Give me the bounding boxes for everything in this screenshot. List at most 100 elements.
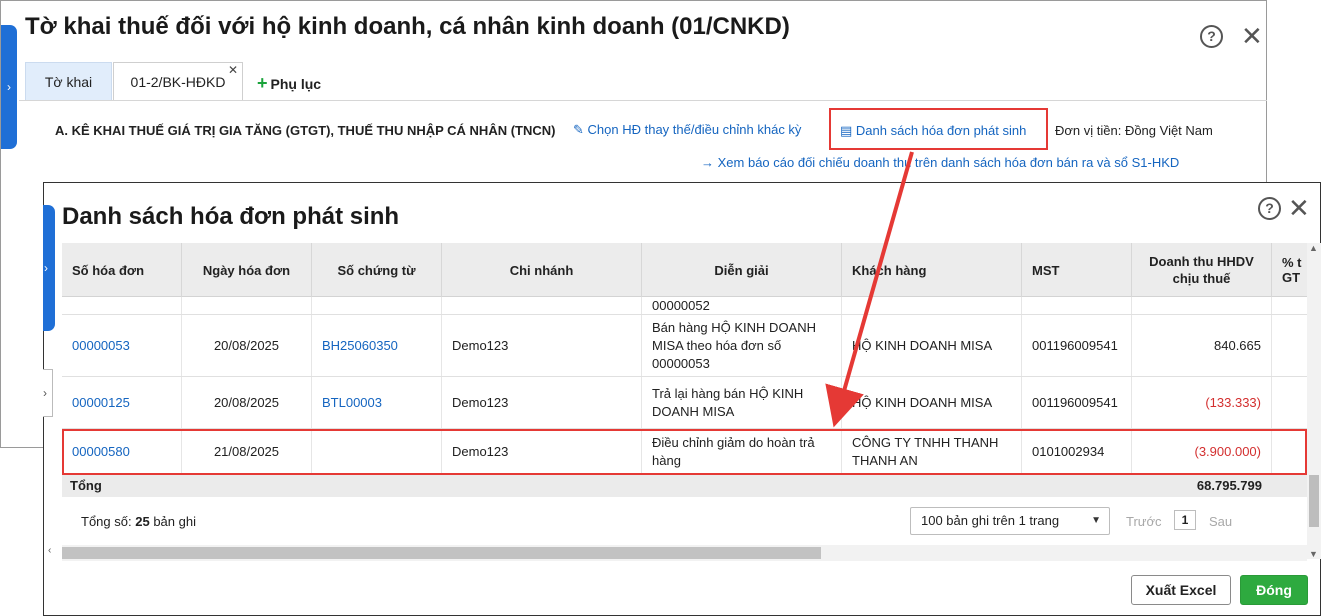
scroll-up-icon[interactable]: ▲ (1309, 243, 1318, 253)
prev-page-button[interactable]: Trước (1126, 514, 1162, 529)
record-count-value: 25 (135, 514, 150, 529)
next-page-button[interactable]: Sau (1209, 514, 1232, 529)
col-voucher-no[interactable]: Số chứng từ (312, 243, 442, 297)
plus-icon: + (257, 73, 268, 93)
currency-label: Đơn vị tiền: Đồng Việt Nam (1055, 123, 1213, 138)
col-invoice-date[interactable]: Ngày hóa đơn (182, 243, 312, 297)
chevron-right-icon: › (7, 80, 11, 94)
cell-percent (1272, 429, 1307, 474)
cell-invoice-no[interactable]: 00000580 (62, 429, 182, 474)
col-invoice-no[interactable]: Số hóa đơn (62, 243, 182, 297)
cell-tax-code: 001196009541 (1022, 377, 1132, 428)
scroll-thumb[interactable] (62, 547, 821, 559)
cell-invoice-date: 21/08/2025 (182, 429, 312, 474)
reconciliation-report-link[interactable]: → Xem báo cáo đối chiếu doanh thu trên d… (701, 155, 1179, 170)
cell-tax-code: 0101002934 (1022, 429, 1132, 474)
vertical-scrollbar[interactable]: ▲ ▼ (1307, 243, 1321, 559)
col-description[interactable]: Diễn giải (642, 243, 842, 297)
cell-revenue: (133.333) (1132, 377, 1272, 428)
cell-percent (1272, 297, 1307, 314)
chevron-right-icon: › (44, 261, 48, 275)
cell-branch: Demo123 (442, 315, 642, 376)
link-label: Danh sách hóa đơn phát sinh (855, 123, 1027, 138)
select-replacement-invoice-link[interactable]: ✎ Chọn HĐ thay thế/điều chỉnh khác kỳ (573, 122, 801, 138)
cell-branch: Demo123 (442, 429, 642, 474)
col-customer[interactable]: Khách hàng (842, 243, 1022, 297)
cell-invoice-date (182, 297, 312, 314)
col-percent[interactable]: % t GT (1272, 243, 1307, 297)
cell-revenue (1132, 297, 1272, 314)
cell-revenue: 840.665 (1132, 315, 1272, 376)
scroll-left-icon[interactable]: ‹ (48, 545, 51, 556)
cell-percent (1272, 315, 1307, 376)
caret-down-icon: ▼ (1091, 515, 1101, 526)
total-label: Tổng (70, 478, 102, 493)
invoice-list-dialog: › › Danh sách hóa đơn phát sinh ? ✕ Số h… (43, 182, 1321, 616)
edit-document-icon: ✎ (573, 122, 584, 137)
invoice-table: Số hóa đơn Ngày hóa đơn Số chứng từ Chi … (62, 243, 1307, 497)
cell-voucher-no (312, 297, 442, 314)
chevron-right-icon: › (43, 386, 47, 400)
cell-voucher-no[interactable]: BTL00003 (312, 377, 442, 428)
document-list-icon: ▤ (840, 123, 853, 138)
cell-invoice-no[interactable]: 00000053 (62, 315, 182, 376)
col-taxable-revenue[interactable]: Doanh thu HHDV chịu thuế (1132, 243, 1272, 297)
current-page[interactable]: 1 (1174, 510, 1196, 530)
invoice-list-link[interactable]: ▤ Danh sách hóa đơn phát sinh (840, 123, 1026, 138)
cell-invoice-no (62, 297, 182, 314)
tab-label: 01-2/BK-HĐKD (130, 74, 226, 90)
page-size-select[interactable]: 100 bản ghi trên 1 trang ▼ (910, 507, 1110, 535)
help-icon[interactable]: ? (1200, 25, 1223, 48)
cell-revenue: (3.900.000) (1132, 429, 1272, 474)
cell-customer: CÔNG TY TNHH THANH THANH AN (842, 429, 1022, 474)
tab-bar: Tờ khai 01-2/BK-HĐKD ✕ + Phụ lục (19, 59, 1267, 101)
total-revenue: 68.795.799 (1196, 478, 1262, 493)
table-row[interactable]: 00000580 21/08/2025 Demo123 Điều chỉnh g… (62, 429, 1307, 475)
table-row[interactable]: 00000052 (62, 297, 1307, 315)
close-button[interactable]: Đóng (1240, 575, 1308, 605)
cell-description: Trả lại hàng bán HỘ KINH DOANH MISA (642, 377, 842, 428)
table-header: Số hóa đơn Ngày hóa đơn Số chứng từ Chi … (62, 243, 1307, 297)
col-tax-code[interactable]: MST (1022, 243, 1132, 297)
cell-invoice-date: 20/08/2025 (182, 377, 312, 428)
export-excel-button[interactable]: Xuất Excel (1131, 575, 1231, 605)
cell-percent (1272, 377, 1307, 428)
invoice-list-link-highlight: ▤ Danh sách hóa đơn phát sinh (829, 108, 1048, 150)
dialog-title: Danh sách hóa đơn phát sinh (62, 203, 400, 230)
horizontal-scrollbar[interactable]: ‹ › (48, 545, 1307, 561)
record-count: Tổng số: 25 bản ghi (81, 514, 196, 529)
scroll-thumb[interactable] (1309, 475, 1319, 527)
collapse-panel-handle[interactable]: › (43, 369, 53, 417)
cell-customer: HỘ KINH DOANH MISA (842, 377, 1022, 428)
cell-tax-code: 001196009541 (1022, 315, 1132, 376)
cell-voucher-no[interactable]: BH25060350 (312, 315, 442, 376)
tab-label: Tờ khai (44, 74, 93, 90)
section-heading: A. KÊ KHAI THUẾ GIÁ TRỊ GIA TĂNG (GTGT),… (55, 123, 556, 138)
col-branch[interactable]: Chi nhánh (442, 243, 642, 297)
expand-sidebar-toggle[interactable]: › (1, 25, 17, 149)
cell-branch: Demo123 (442, 377, 642, 428)
close-icon[interactable]: ✕ (1241, 23, 1263, 49)
total-row: Tổng 68.795.799 (62, 475, 1307, 497)
add-appendix-label: Phụ lục (270, 76, 322, 92)
link-label: Xem báo cáo đối chiếu doanh thu trên dan… (717, 155, 1180, 170)
help-icon[interactable]: ? (1258, 197, 1281, 220)
arrow-right-icon: → (701, 155, 714, 170)
tab-appendix-01-2[interactable]: 01-2/BK-HĐKD ✕ (113, 62, 243, 100)
close-icon[interactable]: ✕ (1288, 195, 1310, 221)
record-count-suffix: bản ghi (153, 514, 196, 529)
table-row[interactable]: 00000053 20/08/2025 BH25060350 Demo123 B… (62, 315, 1307, 377)
cell-description: 00000052 (642, 297, 842, 314)
cell-invoice-no[interactable]: 00000125 (62, 377, 182, 428)
add-appendix-button[interactable]: + Phụ lục (257, 73, 321, 94)
close-tab-icon[interactable]: ✕ (228, 51, 238, 89)
link-label: Chọn HĐ thay thế/điều chỉnh khác kỳ (587, 122, 802, 137)
cell-voucher-no (312, 429, 442, 474)
tab-declaration[interactable]: Tờ khai (25, 62, 112, 100)
cell-description: Bán hàng HỘ KINH DOANH MISA theo hóa đơn… (642, 315, 842, 376)
record-count-label: Tổng số: (81, 514, 132, 529)
cell-description: Điều chỉnh giảm do hoàn trả hàng (642, 429, 842, 474)
cell-customer: HỘ KINH DOANH MISA (842, 315, 1022, 376)
scroll-down-icon[interactable]: ▼ (1309, 549, 1318, 559)
table-row[interactable]: 00000125 20/08/2025 BTL00003 Demo123 Trả… (62, 377, 1307, 429)
